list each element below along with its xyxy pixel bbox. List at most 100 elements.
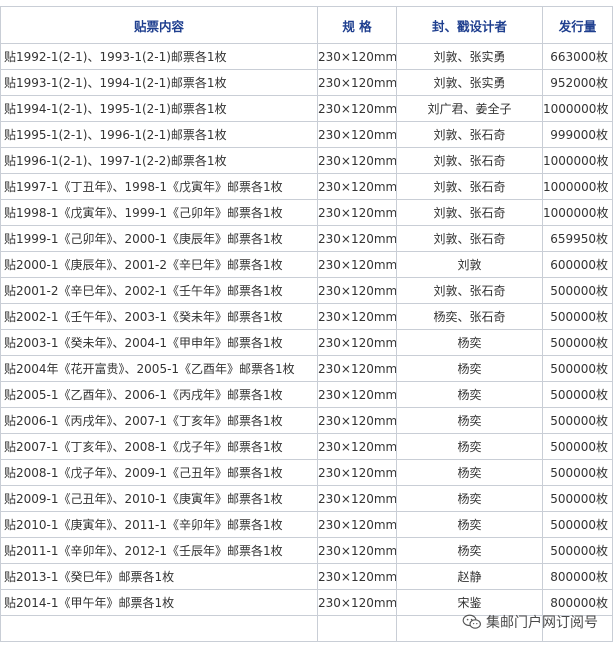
cell-content: 贴2010-1《庚寅年》、2011-1《辛卯年》邮票各1枚 [0, 511, 318, 538]
cell-spec: 230×120mm [317, 43, 397, 70]
cell-quantity: 500000枚 [542, 277, 613, 304]
cell-designer: 刘敦、张实勇 [396, 69, 543, 96]
table-row: 贴1992-1(2-1)、1993-1(2-1)邮票各1枚 230×120mm 刘敦… [0, 43, 613, 70]
empty-cell [317, 615, 397, 642]
empty-cell [0, 615, 318, 642]
cell-designer: 杨奕 [396, 511, 543, 538]
cell-quantity: 500000枚 [542, 355, 613, 382]
cell-spec: 230×120mm [317, 459, 397, 486]
header-spec: 规 格 [317, 6, 397, 44]
cell-spec: 230×120mm [317, 95, 397, 122]
table-row: 贴2007-1《丁亥年》、2008-1《戊子年》邮票各1枚 230×120mm 杨奕… [0, 433, 613, 460]
cell-designer: 杨奕、张石奇 [396, 303, 543, 330]
table-row: 贴2004年《花开富贵》、2005-1《乙酉年》邮票各1枚 230×120mm 杨奕… [0, 355, 613, 382]
cell-quantity: 500000枚 [542, 329, 613, 356]
cell-quantity: 800000枚 [542, 563, 613, 590]
cell-spec: 230×120mm [317, 381, 397, 408]
cell-designer: 刘敦、张实勇 [396, 43, 543, 70]
cell-content: 贴1995-1(2-1)、1996-1(2-1)邮票各1枚 [0, 121, 318, 148]
cell-designer: 杨奕 [396, 329, 543, 356]
cell-quantity: 500000枚 [542, 459, 613, 486]
cell-spec: 230×120mm [317, 277, 397, 304]
cell-content: 贴2009-1《己丑年》、2010-1《庚寅年》邮票各1枚 [0, 485, 318, 512]
table-row: 贴2000-1《庚辰年》、2001-2《辛巳年》邮票各1枚 230×120mm 刘敦… [0, 251, 613, 278]
table-row: 贴1997-1《丁丑年》、1998-1《戊寅年》邮票各1枚 230×120mm 刘敦… [0, 173, 613, 200]
cell-designer: 杨奕 [396, 537, 543, 564]
cell-content: 贴2008-1《戊子年》、2009-1《己丑年》邮票各1枚 [0, 459, 318, 486]
cell-spec: 230×120mm [317, 407, 397, 434]
stamp-issue-table: 贴票内容 规 格 封、戳设计者 发行量 贴1992-1(2-1)、1993-1(… [0, 6, 613, 642]
cell-spec: 230×120mm [317, 147, 397, 174]
table-row: 贴1994-1(2-1)、1995-1(2-1)邮票各1枚 230×120mm 刘广… [0, 95, 613, 122]
cell-quantity: 999000枚 [542, 121, 613, 148]
cell-content: 贴1998-1《戊寅年》、1999-1《己卯年》邮票各1枚 [0, 199, 318, 226]
cell-quantity: 659950枚 [542, 225, 613, 252]
table-row: 贴2002-1《壬午年》、2003-1《癸未年》邮票各1枚 230×120mm 杨奕… [0, 303, 613, 330]
cell-content: 贴2004年《花开富贵》、2005-1《乙酉年》邮票各1枚 [0, 355, 318, 382]
watermark: 集邮门户网订阅号 [462, 612, 598, 632]
cell-quantity: 500000枚 [542, 407, 613, 434]
table-row: 贴1996-1(2-1)、1997-1(2-2)邮票各1枚 230×120mm 刘敦… [0, 147, 613, 174]
cell-quantity: 600000枚 [542, 251, 613, 278]
cell-spec: 230×120mm [317, 589, 397, 616]
cell-quantity: 1000000枚 [542, 173, 613, 200]
cell-content: 贴1997-1《丁丑年》、1998-1《戊寅年》邮票各1枚 [0, 173, 318, 200]
header-quantity: 发行量 [542, 6, 613, 44]
table-row: 贴2011-1《辛卯年》、2012-1《壬辰年》邮票各1枚 230×120mm 杨奕… [0, 537, 613, 564]
table-row: 贴2009-1《己丑年》、2010-1《庚寅年》邮票各1枚 230×120mm 杨奕… [0, 485, 613, 512]
cell-designer: 刘敦、张石奇 [396, 121, 543, 148]
cell-quantity: 500000枚 [542, 381, 613, 408]
watermark-text: 集邮门户网订阅号 [486, 615, 598, 631]
cell-spec: 230×120mm [317, 199, 397, 226]
cell-designer: 杨奕 [396, 459, 543, 486]
cell-quantity: 500000枚 [542, 433, 613, 460]
wechat-icon [462, 614, 481, 629]
cell-quantity: 500000枚 [542, 511, 613, 538]
cell-spec: 230×120mm [317, 563, 397, 590]
cell-spec: 230×120mm [317, 329, 397, 356]
cell-spec: 230×120mm [317, 511, 397, 538]
cell-spec: 230×120mm [317, 121, 397, 148]
cell-quantity: 1000000枚 [542, 199, 613, 226]
cell-quantity: 500000枚 [542, 537, 613, 564]
cell-content: 贴2007-1《丁亥年》、2008-1《戊子年》邮票各1枚 [0, 433, 318, 460]
cell-spec: 230×120mm [317, 173, 397, 200]
cell-content: 贴1993-1(2-1)、1994-1(2-1)邮票各1枚 [0, 69, 318, 96]
table-row: 贴2010-1《庚寅年》、2011-1《辛卯年》邮票各1枚 230×120mm 杨奕… [0, 511, 613, 538]
table-row: 贴2006-1《丙戌年》、2007-1《丁亥年》邮票各1枚 230×120mm 杨奕… [0, 407, 613, 434]
cell-designer: 刘敦、张石奇 [396, 173, 543, 200]
cell-quantity: 663000枚 [542, 43, 613, 70]
table-header-row: 贴票内容 规 格 封、戳设计者 发行量 [0, 6, 613, 44]
cell-quantity: 1000000枚 [542, 147, 613, 174]
cell-spec: 230×120mm [317, 303, 397, 330]
cell-quantity: 1000000枚 [542, 95, 613, 122]
cell-spec: 230×120mm [317, 537, 397, 564]
header-content: 贴票内容 [0, 6, 318, 44]
cell-spec: 230×120mm [317, 69, 397, 96]
header-designer: 封、戳设计者 [396, 6, 543, 44]
cell-content: 贴2000-1《庚辰年》、2001-2《辛巳年》邮票各1枚 [0, 251, 318, 278]
cell-content: 贴2002-1《壬午年》、2003-1《癸未年》邮票各1枚 [0, 303, 318, 330]
cell-content: 贴1994-1(2-1)、1995-1(2-1)邮票各1枚 [0, 95, 318, 122]
cell-spec: 230×120mm [317, 485, 397, 512]
cell-designer: 杨奕 [396, 407, 543, 434]
cell-content: 贴2014-1《甲午年》邮票各1枚 [0, 589, 318, 616]
cell-designer: 刘敦、张石奇 [396, 147, 543, 174]
cell-designer: 刘敦、张石奇 [396, 277, 543, 304]
cell-spec: 230×120mm [317, 433, 397, 460]
cell-content: 贴1999-1《己卯年》、2000-1《庚辰年》邮票各1枚 [0, 225, 318, 252]
table-row: 贴1999-1《己卯年》、2000-1《庚辰年》邮票各1枚 230×120mm 刘敦… [0, 225, 613, 252]
cell-spec: 230×120mm [317, 251, 397, 278]
table-body: 贴1992-1(2-1)、1993-1(2-1)邮票各1枚 230×120mm 刘敦… [0, 43, 613, 642]
cell-content: 贴2003-1《癸未年》、2004-1《甲申年》邮票各1枚 [0, 329, 318, 356]
cell-designer: 杨奕 [396, 355, 543, 382]
cell-content: 贴2001-2《辛巳年》、2002-1《壬午年》邮票各1枚 [0, 277, 318, 304]
cell-content: 贴2005-1《乙酉年》、2006-1《丙戌年》邮票各1枚 [0, 381, 318, 408]
table-row: 贴1993-1(2-1)、1994-1(2-1)邮票各1枚 230×120mm 刘敦… [0, 69, 613, 96]
cell-designer: 刘敦 [396, 251, 543, 278]
cell-spec: 230×120mm [317, 355, 397, 382]
cell-content: 贴2011-1《辛卯年》、2012-1《壬辰年》邮票各1枚 [0, 537, 318, 564]
table-row: 贴2008-1《戊子年》、2009-1《己丑年》邮票各1枚 230×120mm 杨奕… [0, 459, 613, 486]
table-row: 贴1995-1(2-1)、1996-1(2-1)邮票各1枚 230×120mm 刘敦… [0, 121, 613, 148]
cell-content: 贴1996-1(2-1)、1997-1(2-2)邮票各1枚 [0, 147, 318, 174]
